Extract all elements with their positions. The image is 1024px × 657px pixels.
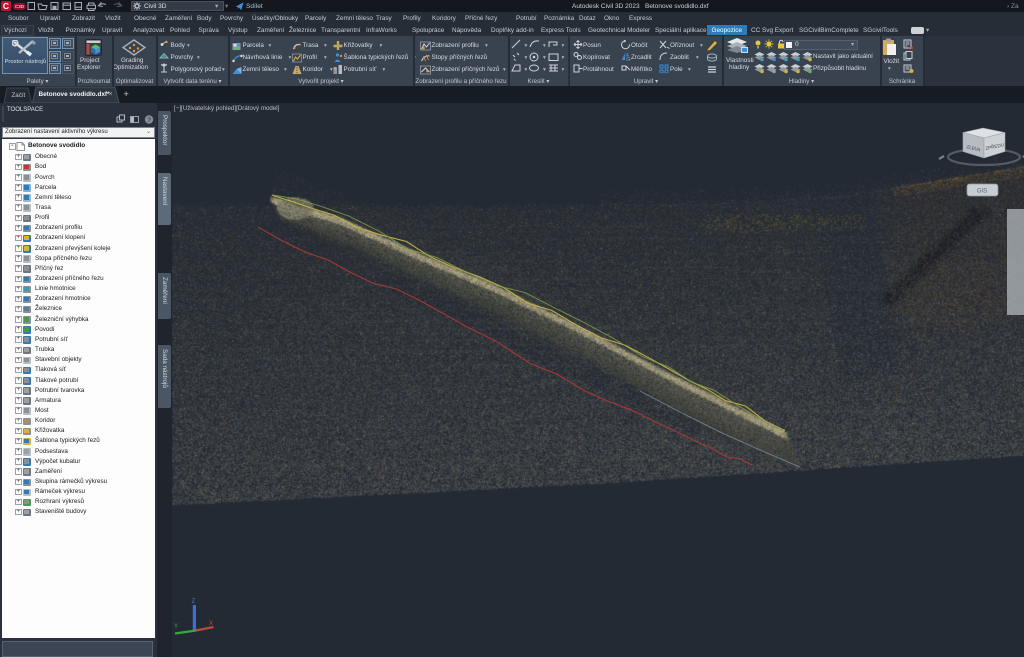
svg-text:Y: Y [174, 624, 178, 630]
svg-text:X: X [209, 621, 213, 627]
svg-text:Z: Z [192, 599, 196, 605]
svg-text:GIS: GIS [977, 189, 987, 195]
